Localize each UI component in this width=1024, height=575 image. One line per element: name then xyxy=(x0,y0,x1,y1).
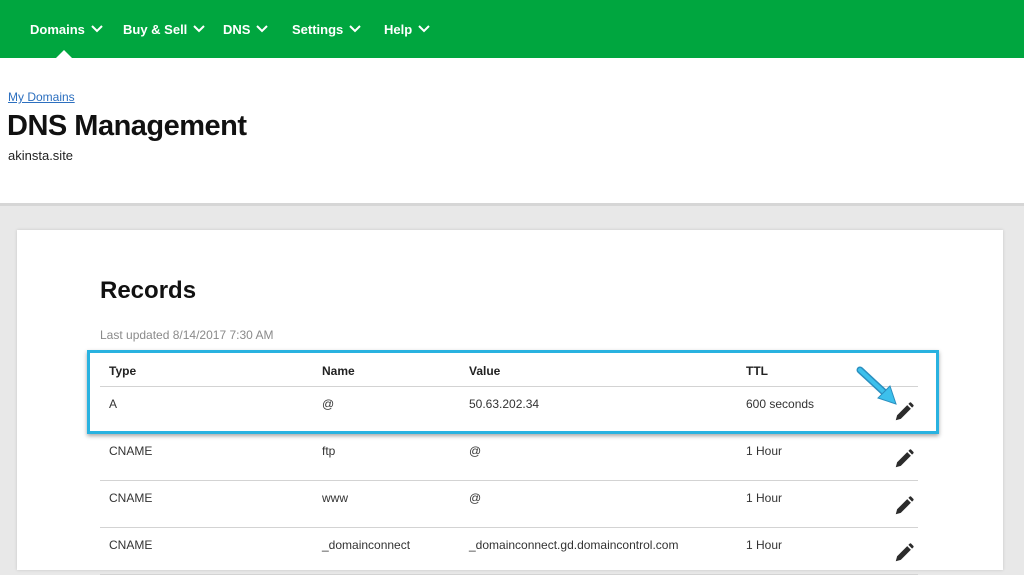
nav-buy-sell-label: Buy & Sell xyxy=(123,21,188,37)
last-updated: Last updated 8/14/2017 7:30 AM xyxy=(100,328,274,342)
nav-help-label: Help xyxy=(384,21,413,37)
arrow-annotation xyxy=(856,366,897,405)
cell-value: @ xyxy=(469,491,482,505)
page-header: My Domains DNS Management akinsta.site xyxy=(0,58,1024,206)
top-nav: Domains Buy & Sell DNS Settings Help xyxy=(0,0,1024,58)
nav-domains-label: Domains xyxy=(30,21,85,37)
table-row: CNAME www @ 1 Hour xyxy=(100,481,918,528)
cell-value: @ xyxy=(469,444,482,458)
cell-ttl: 1 Hour xyxy=(746,491,783,505)
table-row: CNAME ftp @ 1 Hour xyxy=(100,434,918,481)
cell-type: CNAME xyxy=(109,538,153,552)
nav-settings-label: Settings xyxy=(292,21,344,37)
pencil-icon[interactable] xyxy=(893,448,915,470)
cell-name: ftp xyxy=(322,444,336,458)
chevron-down-icon xyxy=(349,25,362,33)
cell-type: CNAME xyxy=(109,444,153,458)
nav-dns[interactable]: DNS xyxy=(223,0,269,58)
domain-name: akinsta.site xyxy=(8,148,74,163)
nav-help[interactable]: Help xyxy=(384,0,430,58)
cell-type: CNAME xyxy=(109,491,153,505)
chevron-down-icon xyxy=(91,25,103,33)
chevron-down-icon xyxy=(193,25,206,33)
cell-value: _domainconnect.gd.domaincontrol.com xyxy=(469,538,679,552)
nav-buy-sell[interactable]: Buy & Sell xyxy=(123,0,206,58)
nav-dns-label: DNS xyxy=(223,21,251,37)
breadcrumb-my-domains[interactable]: My Domains xyxy=(8,90,75,104)
cell-ttl: 1 Hour xyxy=(746,538,783,552)
active-nav-caret xyxy=(56,50,72,58)
highlight-box xyxy=(87,350,939,434)
nav-settings[interactable]: Settings xyxy=(292,0,362,58)
chevron-down-icon xyxy=(256,25,269,33)
cell-ttl: 1 Hour xyxy=(746,444,783,458)
cell-name: www xyxy=(322,491,348,505)
page-title: DNS Management xyxy=(7,110,247,142)
pencil-icon[interactable] xyxy=(893,542,915,564)
records-title: Records xyxy=(100,277,197,304)
table-row: CNAME _domainconnect _domainconnect.gd.d… xyxy=(100,528,918,575)
chevron-down-icon xyxy=(418,25,430,33)
pencil-icon[interactable] xyxy=(893,495,915,517)
cell-name: _domainconnect xyxy=(322,538,411,552)
